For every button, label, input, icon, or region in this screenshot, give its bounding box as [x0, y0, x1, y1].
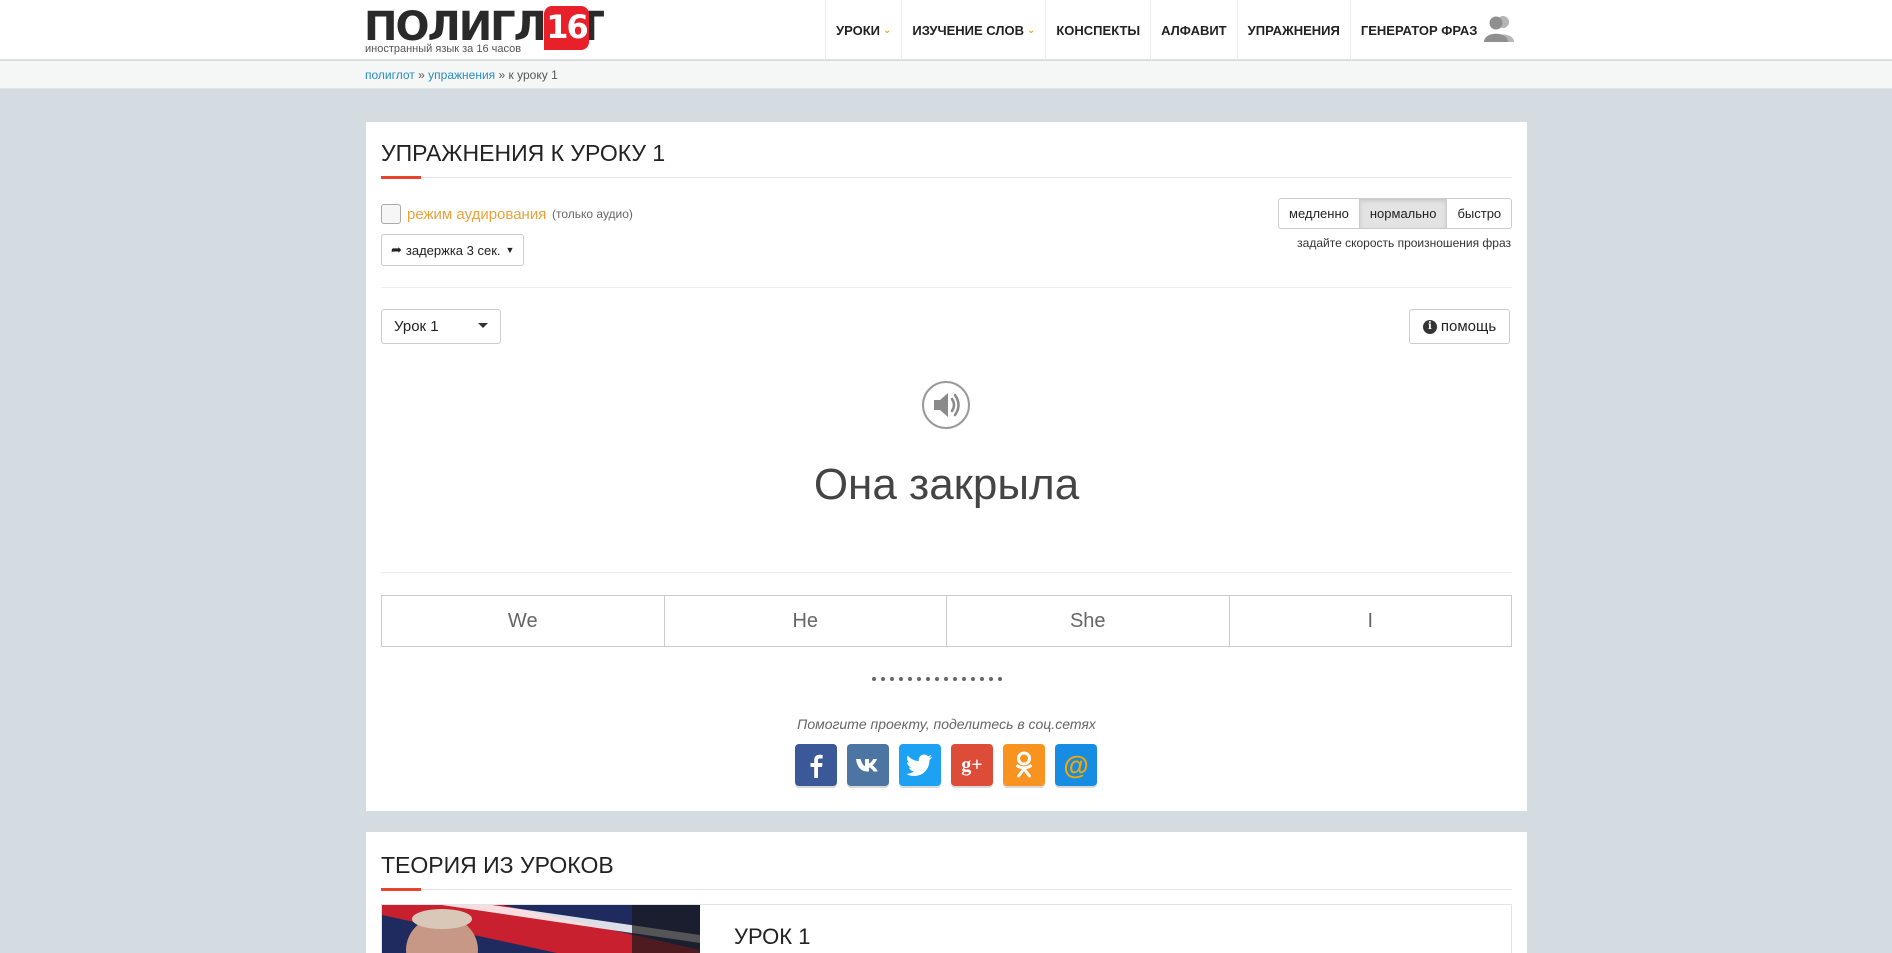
- section-title: ТЕОРИЯ ИЗ УРОКОВ: [381, 852, 614, 878]
- nav-item-label: ГЕНЕРАТОР ФРАЗ: [1360, 22, 1478, 38]
- progress-dot: [917, 677, 921, 681]
- nav-item-phrase-generator[interactable]: ГЕНЕРАТОР ФРАЗ: [1349, 0, 1488, 60]
- lesson-thumbnail-image: [382, 905, 700, 953]
- speed-fast-button[interactable]: быстро: [1446, 198, 1513, 229]
- divider: [381, 287, 1512, 288]
- delay-label: задержка 3 сек.: [405, 242, 501, 258]
- nav-item-label: УПРАЖНЕНИЯ: [1247, 22, 1340, 38]
- chevron-down-icon: ⌄: [882, 24, 892, 36]
- progress-dot: [962, 677, 966, 681]
- speed-slow-button[interactable]: медленно: [1278, 198, 1360, 229]
- nav-item-lessons[interactable]: УРОКИ ⌄: [825, 0, 901, 60]
- info-icon: i: [1422, 319, 1437, 334]
- answer-option[interactable]: He: [663, 596, 946, 646]
- speaker-icon[interactable]: [921, 380, 971, 430]
- answer-option[interactable]: She: [946, 596, 1229, 646]
- mail-ru-icon[interactable]: @: [1055, 744, 1097, 786]
- progress-dot: [908, 677, 912, 681]
- help-label: помощь: [1440, 318, 1497, 335]
- share-arrow-icon: ➦: [391, 242, 402, 257]
- progress-dot: [980, 677, 984, 681]
- logo-subtitle: иностранный язык за 16 часов: [365, 43, 522, 55]
- breadcrumb-link-exercises[interactable]: упражнения: [428, 68, 495, 82]
- mail-ru-glyph: @: [1063, 749, 1089, 780]
- progress-dot: [926, 677, 930, 681]
- help-button[interactable]: i помощь: [1409, 309, 1510, 344]
- nav-item-label: АЛФАВИТ: [1161, 22, 1227, 38]
- chevron-down-icon: ⌄: [1026, 24, 1036, 36]
- breadcrumb-separator: »: [498, 68, 506, 82]
- theory-card: ТЕОРИЯ ИЗ УРОКОВ УРОК 1: [366, 832, 1527, 953]
- twitter-icon[interactable]: [899, 744, 941, 786]
- vk-icon[interactable]: [847, 744, 889, 786]
- speed-button-group: медленно нормально быстро: [1278, 198, 1513, 229]
- share-prompt: Помогите проекту, поделитесь в соц.сетях: [797, 716, 1096, 732]
- caret-down-icon: [478, 323, 488, 328]
- progress-dot: [971, 677, 975, 681]
- progress-dot: [881, 677, 885, 681]
- exercise-card: УПРАЖНЕНИЯ К УРОКУ 1 режим аудирования (…: [366, 122, 1527, 811]
- page-title: УПРАЖНЕНИЯ К УРОКУ 1: [381, 140, 666, 166]
- google-plus-icon[interactable]: g+: [951, 744, 993, 786]
- site-header: ПОЛИГЛОТ 16 иностранный язык за 16 часов…: [0, 0, 1892, 60]
- nav-item-label: КОНСПЕКТЫ: [1056, 22, 1141, 38]
- progress-dot: [872, 677, 876, 681]
- nav-item-exercises[interactable]: УПРАЖНЕНИЯ: [1236, 0, 1350, 60]
- nav-item-label: УРОКИ: [836, 22, 880, 38]
- breadcrumb-current: к уроку 1: [508, 68, 558, 82]
- answer-options: We He She I: [381, 595, 1512, 647]
- divider: [381, 572, 1512, 573]
- progress-dot: [953, 677, 957, 681]
- speed-normal-button[interactable]: нормально: [1358, 198, 1448, 229]
- logo-number-badge: 16: [544, 6, 589, 50]
- title-divider: [381, 177, 1512, 178]
- audio-only-note: (только аудио): [552, 207, 633, 221]
- answer-option[interactable]: I: [1228, 596, 1511, 646]
- lesson-card[interactable]: УРОК 1: [381, 904, 1512, 953]
- title-accent-bar: [381, 888, 421, 891]
- nav-item-notes[interactable]: КОНСПЕКТЫ: [1045, 0, 1150, 60]
- delay-dropdown-button[interactable]: ➦ задержка 3 сек. ▼: [381, 234, 524, 266]
- progress-dot: [998, 677, 1002, 681]
- title-accent-bar: [381, 176, 421, 179]
- nav-item-label: ИЗУЧЕНИЕ СЛОВ: [912, 22, 1024, 38]
- audio-mode-label[interactable]: режим аудирования: [407, 206, 546, 223]
- facebook-icon[interactable]: [795, 744, 837, 786]
- speed-hint: задайте скорость произношения фраз: [1297, 236, 1511, 250]
- progress-dot: [935, 677, 939, 681]
- main-nav: УРОКИ ⌄ ИЗУЧЕНИЕ СЛОВ ⌄ КОНСПЕКТЫ АЛФАВИТ …: [825, 0, 1487, 60]
- progress-dot: [899, 677, 903, 681]
- breadcrumb: полиглот » упражнения » к уроку 1: [365, 68, 558, 82]
- lesson-select-value: Урок 1: [394, 318, 439, 335]
- site-logo[interactable]: ПОЛИГЛОТ 16 иностранный язык за 16 часов: [364, 5, 604, 55]
- phrase-text: Она закрыла: [813, 460, 1080, 509]
- breadcrumb-separator: »: [418, 68, 425, 82]
- title-divider: [381, 889, 1512, 890]
- lesson-card-title: УРОК 1: [734, 924, 811, 949]
- breadcrumb-link-home[interactable]: полиглот: [365, 68, 415, 82]
- answer-option[interactable]: We: [382, 596, 664, 646]
- nav-item-words[interactable]: ИЗУЧЕНИЕ СЛОВ ⌄: [901, 0, 1045, 60]
- user-account-icon[interactable]: [1484, 14, 1514, 42]
- progress-dot: [944, 677, 948, 681]
- odnoklassniki-icon[interactable]: [1003, 744, 1045, 786]
- google-plus-glyph: g+: [961, 753, 983, 776]
- nav-item-alphabet[interactable]: АЛФАВИТ: [1150, 0, 1237, 60]
- lesson-select[interactable]: Урок 1: [381, 309, 501, 344]
- progress-dots: [872, 677, 1002, 681]
- social-share-buttons: g+ @: [795, 744, 1097, 786]
- breadcrumb-bar: полиглот » упражнения » к уроку 1: [0, 61, 1892, 89]
- progress-dot: [989, 677, 993, 681]
- caret-down-icon: ▼: [505, 245, 515, 255]
- progress-dot: [890, 677, 894, 681]
- audio-mode-checkbox[interactable]: [381, 204, 401, 224]
